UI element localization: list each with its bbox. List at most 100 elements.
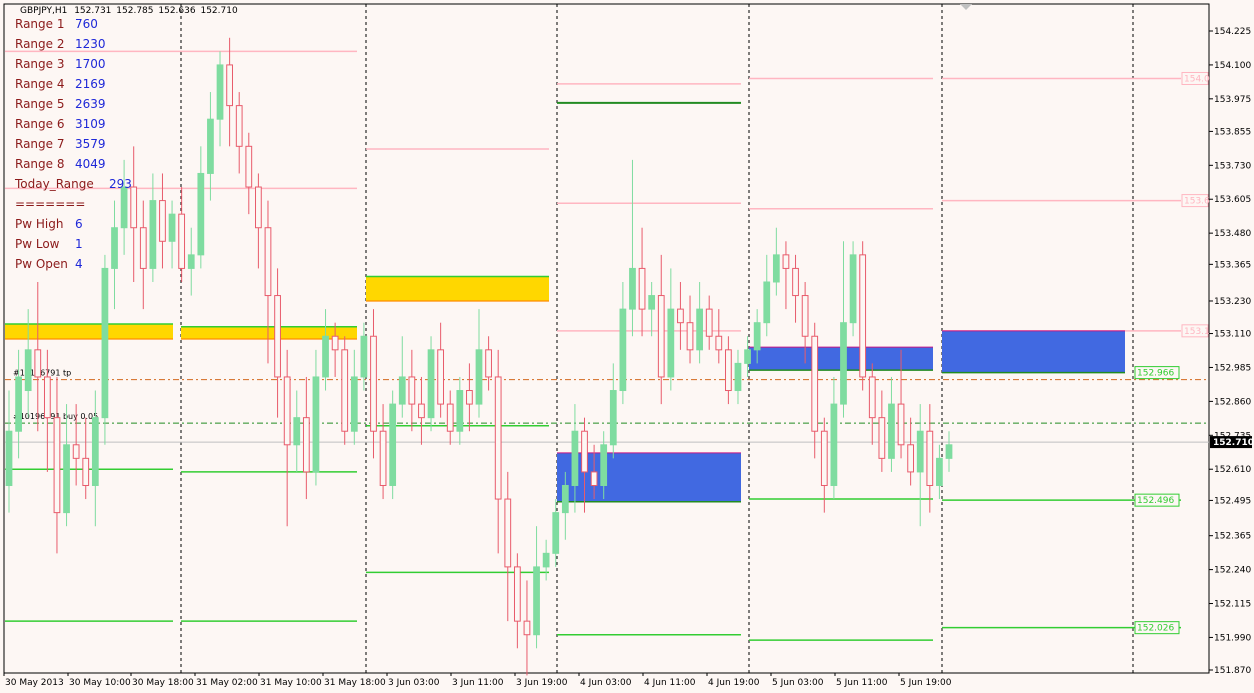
pw-row: Pw High 6	[15, 214, 132, 234]
candle-body	[859, 254, 867, 378]
range-value: 3579	[75, 137, 106, 151]
range-value: 3109	[75, 117, 106, 131]
candle-body	[849, 254, 857, 324]
today-range-row: Today_Range 293	[15, 174, 132, 194]
x-tick-label: 4 Jun 19:00	[708, 678, 760, 688]
candle-body	[207, 118, 214, 174]
y-tick-label: 152.985	[1214, 363, 1251, 373]
x-tick-label: 31 May 18:00	[324, 678, 386, 688]
candle-body	[82, 457, 90, 486]
candle-body	[792, 267, 799, 297]
candle-body	[638, 267, 646, 310]
y-tick-label: 152.365	[1214, 532, 1251, 542]
x-tick-label: 3 Jun 03:00	[388, 678, 440, 688]
candle-body	[897, 403, 905, 446]
candle-body	[341, 349, 349, 432]
candle-body	[705, 308, 713, 337]
close-value: 152.710	[200, 6, 238, 16]
candle-body	[226, 64, 233, 107]
candle-body	[159, 200, 166, 242]
range-row: Range 6 3109	[15, 114, 132, 134]
candle-body	[360, 335, 368, 378]
candle-body	[302, 417, 310, 473]
candle-body	[782, 254, 790, 269]
current-price-label: 152.710	[1213, 438, 1254, 448]
y-tick-label: 151.990	[1214, 633, 1251, 643]
candle-body	[552, 512, 560, 554]
candle-body	[149, 200, 157, 269]
x-tick-label: 5 Jun 11:00	[836, 678, 888, 688]
candle-body	[178, 213, 186, 269]
candle-body	[561, 484, 569, 514]
x-tick-label: 31 May 02:00	[196, 678, 258, 688]
x-tick-label: 4 Jun 03:00	[580, 678, 632, 688]
x-tick-label: 30 May 18:00	[132, 678, 194, 688]
candle-body	[609, 390, 617, 446]
candle-body	[485, 349, 492, 378]
y-tick-label: 153.730	[1214, 161, 1251, 171]
price-label: 153.6	[1184, 197, 1210, 207]
range-value: 4049	[75, 157, 106, 171]
candle-body	[322, 335, 329, 378]
pw-row: Pw Low 1	[15, 234, 132, 254]
y-tick-label: 152.495	[1214, 496, 1251, 506]
candle-body	[446, 403, 454, 432]
x-tick-label: 30 May 2013	[5, 678, 64, 688]
candle-body	[418, 403, 425, 419]
y-tick-label: 153.975	[1214, 95, 1251, 105]
candle-body	[245, 145, 253, 188]
y-tick-label: 151.870	[1214, 666, 1251, 676]
pw-label: Pw Open	[15, 257, 68, 271]
candle-body	[475, 349, 483, 405]
candle-body	[734, 362, 742, 392]
price-chart: #10196791 tp#10196791 buy 0.05154.225154…	[3, 3, 1254, 688]
x-tick-label: 4 Jun 11:00	[644, 678, 696, 688]
candle-body	[350, 376, 358, 432]
x-tick-label: 5 Jun 03:00	[772, 678, 824, 688]
gold-zone	[5, 324, 173, 339]
candle-body	[820, 430, 828, 486]
candle-body	[370, 335, 377, 432]
candle-body	[139, 227, 147, 269]
pw-value: 1	[75, 237, 83, 251]
candle-body	[725, 349, 732, 392]
candle-body	[331, 335, 339, 351]
x-tick-label: 31 May 10:00	[260, 678, 322, 688]
blue-zone	[942, 330, 1125, 373]
range-label: Range 4	[15, 77, 65, 91]
y-tick-label: 153.365	[1214, 260, 1251, 270]
range-row: Range 7 3579	[15, 134, 132, 154]
chart-window: #10196791 tp #10196791 buy 0.05 154.225 154…	[0, 0, 1254, 693]
candle-body	[686, 322, 694, 351]
candle-body	[15, 376, 22, 432]
candle-body	[408, 376, 416, 405]
candle-body	[34, 349, 42, 378]
candle-body	[878, 417, 886, 459]
low-value: 152.636	[158, 6, 196, 16]
price-label: 154.0	[1184, 74, 1210, 84]
candle-body	[696, 308, 703, 351]
candle-body	[811, 335, 819, 432]
candle-body	[868, 376, 876, 419]
price-label: 153.1	[1184, 327, 1210, 337]
x-tick-label: 5 Jun 19:00	[900, 678, 952, 688]
candle-body	[763, 281, 771, 324]
candle-body	[437, 349, 445, 405]
candle-body	[379, 430, 387, 486]
candle-body	[753, 322, 761, 351]
candle-body	[801, 295, 809, 337]
candle-body	[590, 471, 598, 486]
candle-body	[513, 566, 521, 622]
candle-body	[715, 335, 723, 351]
range-value: 1230	[75, 37, 106, 51]
candle-body	[840, 322, 847, 405]
range-row: Range 1 760	[15, 14, 132, 34]
candle-body	[53, 417, 61, 514]
candle-body	[43, 376, 51, 419]
candle-body	[657, 295, 665, 378]
candle-body	[830, 403, 838, 486]
range-label: Range 8	[15, 157, 65, 171]
candle-body	[24, 349, 32, 392]
range-label: Range 7	[15, 137, 65, 151]
price-label: 152.966	[1137, 369, 1174, 379]
